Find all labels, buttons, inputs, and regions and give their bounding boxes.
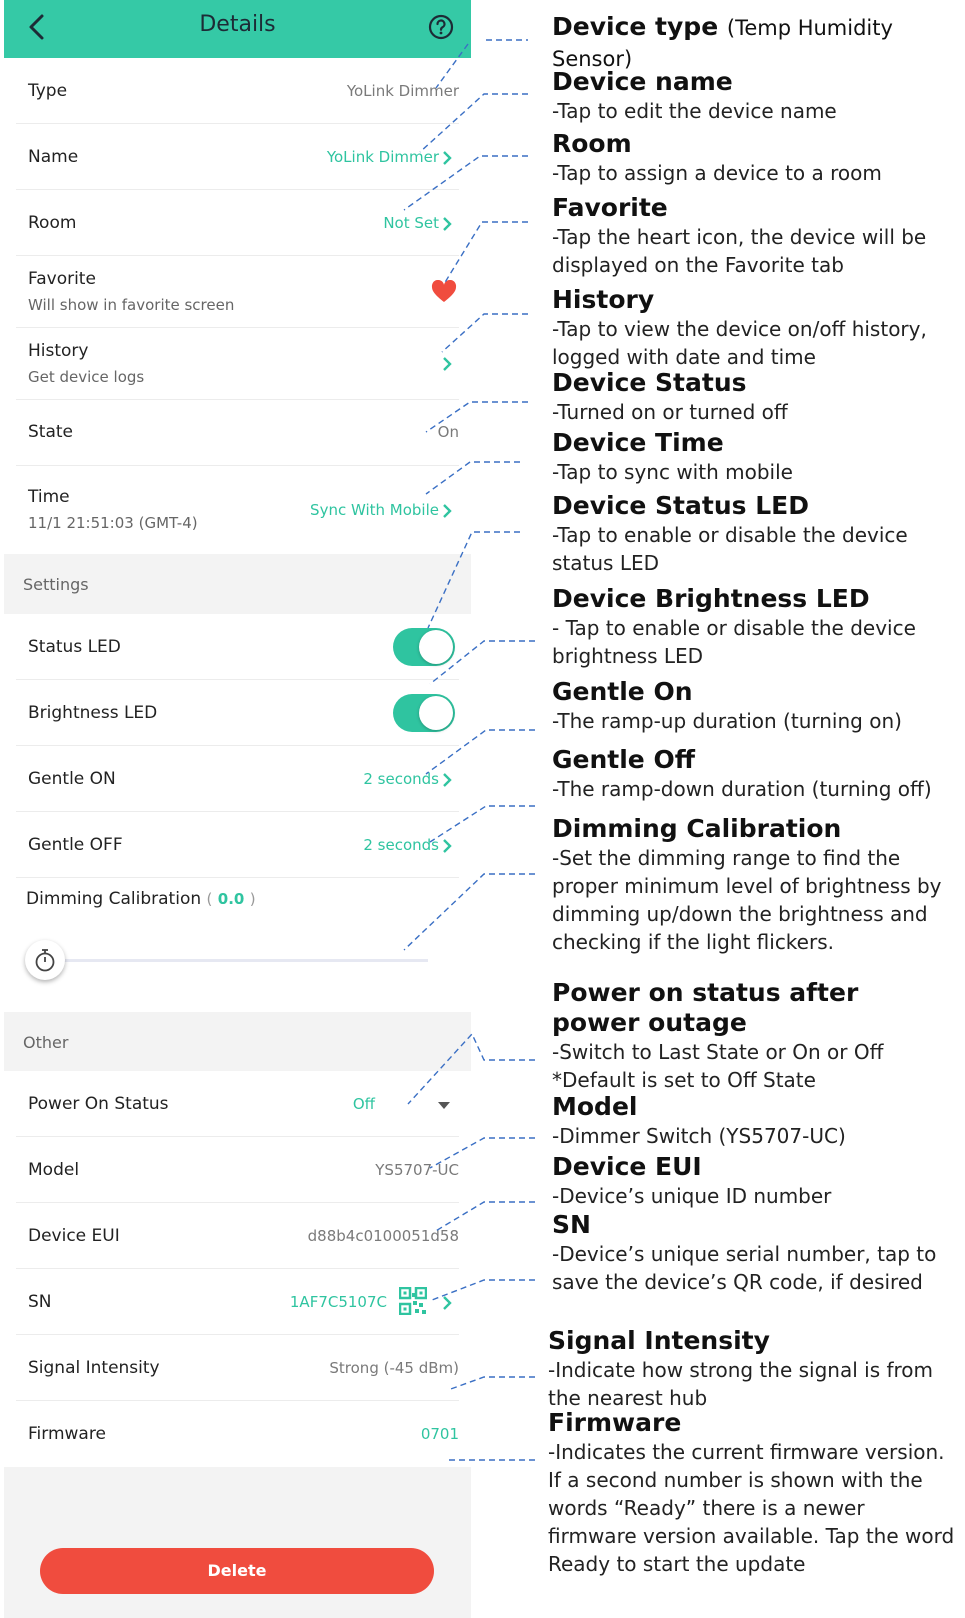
signal-intensity-row: Signal Intensity Strong (-45 dBm) <box>4 1335 471 1401</box>
gentle-on-value[interactable]: 2 seconds <box>363 770 439 788</box>
room-label: Room <box>28 213 77 233</box>
brightness-led-row: Brightness LED <box>4 680 471 746</box>
sn-label: SN <box>28 1292 52 1312</box>
type-value: YoLink Dimmer <box>346 82 459 100</box>
dimming-calibration-label: Dimming Calibration ( 0.0 ) <box>26 889 256 909</box>
favorite-row: Favorite Will show in favorite screen <box>4 256 471 328</box>
gentle-off-label: Gentle OFF <box>28 835 123 855</box>
device-eui-value: d88b4c0100051d58 <box>307 1227 459 1245</box>
chevron-right-icon <box>443 839 452 853</box>
sync-with-mobile-button[interactable]: Sync With Mobile <box>310 501 439 519</box>
power-on-status-value[interactable]: Off <box>353 1095 375 1113</box>
gentle-on-row[interactable]: Gentle ON 2 seconds <box>4 746 471 812</box>
state-row: State On <box>4 400 471 466</box>
footer-area <box>4 1467 471 1618</box>
time-row: Time 11/1 21:51:03 (GMT-4) Sync With Mob… <box>4 466 471 554</box>
room-value[interactable]: Not Set <box>383 214 439 232</box>
time-label: Time <box>28 487 70 507</box>
dimming-slider-track[interactable] <box>44 959 428 962</box>
chevron-right-icon <box>443 217 452 231</box>
other-section-header: Other <box>4 1012 471 1071</box>
firmware-value[interactable]: 0701 <box>421 1425 459 1443</box>
chevron-right-icon <box>443 773 452 787</box>
annotation-model: Model -Dimmer Switch (YS5707-UC) <box>552 1092 846 1148</box>
annotation-device-type: Device type (Temp Humidity Sensor) <box>552 12 893 71</box>
dropdown-arrow-icon[interactable] <box>437 1101 451 1110</box>
qr-code-icon[interactable] <box>399 1287 427 1315</box>
chevron-right-icon <box>443 151 452 165</box>
chevron-right-icon <box>443 1296 452 1310</box>
power-on-status-label: Power On Status <box>28 1094 169 1114</box>
device-eui-row: Device EUI d88b4c0100051d58 <box>4 1203 471 1269</box>
history-label: History <box>28 341 89 361</box>
annotation-dimming-calibration: Dimming Calibration -Set the dimming rang… <box>552 814 942 954</box>
power-on-status-row[interactable]: Power On Status Off <box>4 1071 471 1137</box>
firmware-label: Firmware <box>28 1424 106 1444</box>
history-row[interactable]: History Get device logs <box>4 328 471 400</box>
dimming-calibration-row: Dimming Calibration ( 0.0 ) <box>4 878 471 1012</box>
heart-icon[interactable] <box>431 280 457 304</box>
annotation-room: Room -Tap to assign a device to a room <box>552 129 882 185</box>
other-title: Other <box>23 1033 69 1052</box>
model-label: Model <box>28 1160 80 1180</box>
annotation-gentle-on: Gentle On -The ramp-up duration (turning … <box>552 677 902 733</box>
dimming-value: 0.0 <box>217 890 245 908</box>
room-row[interactable]: Room Not Set <box>4 190 471 256</box>
annotation-brightness-led: Device Brightness LED - Tap to enable or … <box>552 584 916 668</box>
annotation-power-on-status: Power on status after power outage -Switc… <box>552 978 884 1092</box>
state-label: State <box>28 422 73 442</box>
firmware-row[interactable]: Firmware 0701 <box>4 1401 471 1467</box>
chevron-right-icon <box>443 504 452 518</box>
annotation-sn: SN -Device’s unique serial number, tap to… <box>552 1210 937 1294</box>
favorite-sub: Will show in favorite screen <box>28 296 235 314</box>
annotation-firmware: Firmware -Indicates the current firmware … <box>548 1408 955 1576</box>
annotation-favorite: Favorite -Tap the heart icon, the device … <box>552 193 927 277</box>
device-eui-label: Device EUI <box>28 1226 120 1246</box>
sn-row[interactable]: SN 1AF7C5107C <box>4 1269 471 1335</box>
annotation-device-name: Device name -Tap to edit the device name <box>552 67 837 123</box>
annotation-gentle-off: Gentle Off -The ramp-down duration (turni… <box>552 745 932 801</box>
favorite-label: Favorite <box>28 269 96 289</box>
chevron-right-icon <box>443 357 452 371</box>
model-value: YS5707-UC <box>375 1161 459 1179</box>
settings-title: Settings <box>23 575 89 594</box>
annotation-signal-intensity: Signal Intensity -Indicate how strong the… <box>548 1326 934 1410</box>
gentle-off-row[interactable]: Gentle OFF 2 seconds <box>4 812 471 878</box>
brightness-led-toggle[interactable] <box>393 694 455 732</box>
brightness-led-label: Brightness LED <box>28 703 158 723</box>
status-led-row: Status LED <box>4 614 471 680</box>
sn-value[interactable]: 1AF7C5107C <box>290 1293 387 1311</box>
status-led-toggle[interactable] <box>393 628 455 666</box>
name-label: Name <box>28 147 79 167</box>
name-value[interactable]: YoLink Dimmer <box>327 148 439 166</box>
state-value: On <box>437 423 459 441</box>
header-bar: Details <box>4 0 471 58</box>
toggle-knob <box>419 630 453 664</box>
signal-intensity-label: Signal Intensity <box>28 1358 160 1378</box>
gentle-on-label: Gentle ON <box>28 769 116 789</box>
model-row: Model YS5707-UC <box>4 1137 471 1203</box>
help-icon[interactable] <box>427 13 455 41</box>
gentle-off-value[interactable]: 2 seconds <box>363 836 439 854</box>
type-row: Type YoLink Dimmer <box>4 58 471 124</box>
annotation-device-eui: Device EUI -Device’s unique ID number <box>552 1152 832 1208</box>
name-row[interactable]: Name YoLink Dimmer <box>4 124 471 190</box>
delete-button[interactable]: Delete <box>40 1548 434 1594</box>
stopwatch-icon <box>35 949 55 972</box>
settings-section-header: Settings <box>4 554 471 614</box>
annotation-device-status: Device Status -Turned on or turned off <box>552 368 788 424</box>
history-sub: Get device logs <box>28 368 145 386</box>
type-label: Type <box>28 81 68 101</box>
annotation-device-time: Device Time -Tap to sync with mobile <box>552 428 793 484</box>
dimming-slider-thumb[interactable] <box>25 940 65 980</box>
status-led-label: Status LED <box>28 637 121 657</box>
app-screen: Details Type YoLink Dimmer Name YoLink D… <box>4 0 471 1618</box>
signal-intensity-value: Strong (-45 dBm) <box>329 1359 459 1377</box>
page-title: Details <box>199 12 276 37</box>
toggle-knob <box>419 696 453 730</box>
annotation-status-led: Device Status LED -Tap to enable or disab… <box>552 491 908 575</box>
annotation-history: History -Tap to view the device on/off hi… <box>552 285 927 369</box>
time-value: 11/1 21:51:03 (GMT-4) <box>28 514 198 532</box>
